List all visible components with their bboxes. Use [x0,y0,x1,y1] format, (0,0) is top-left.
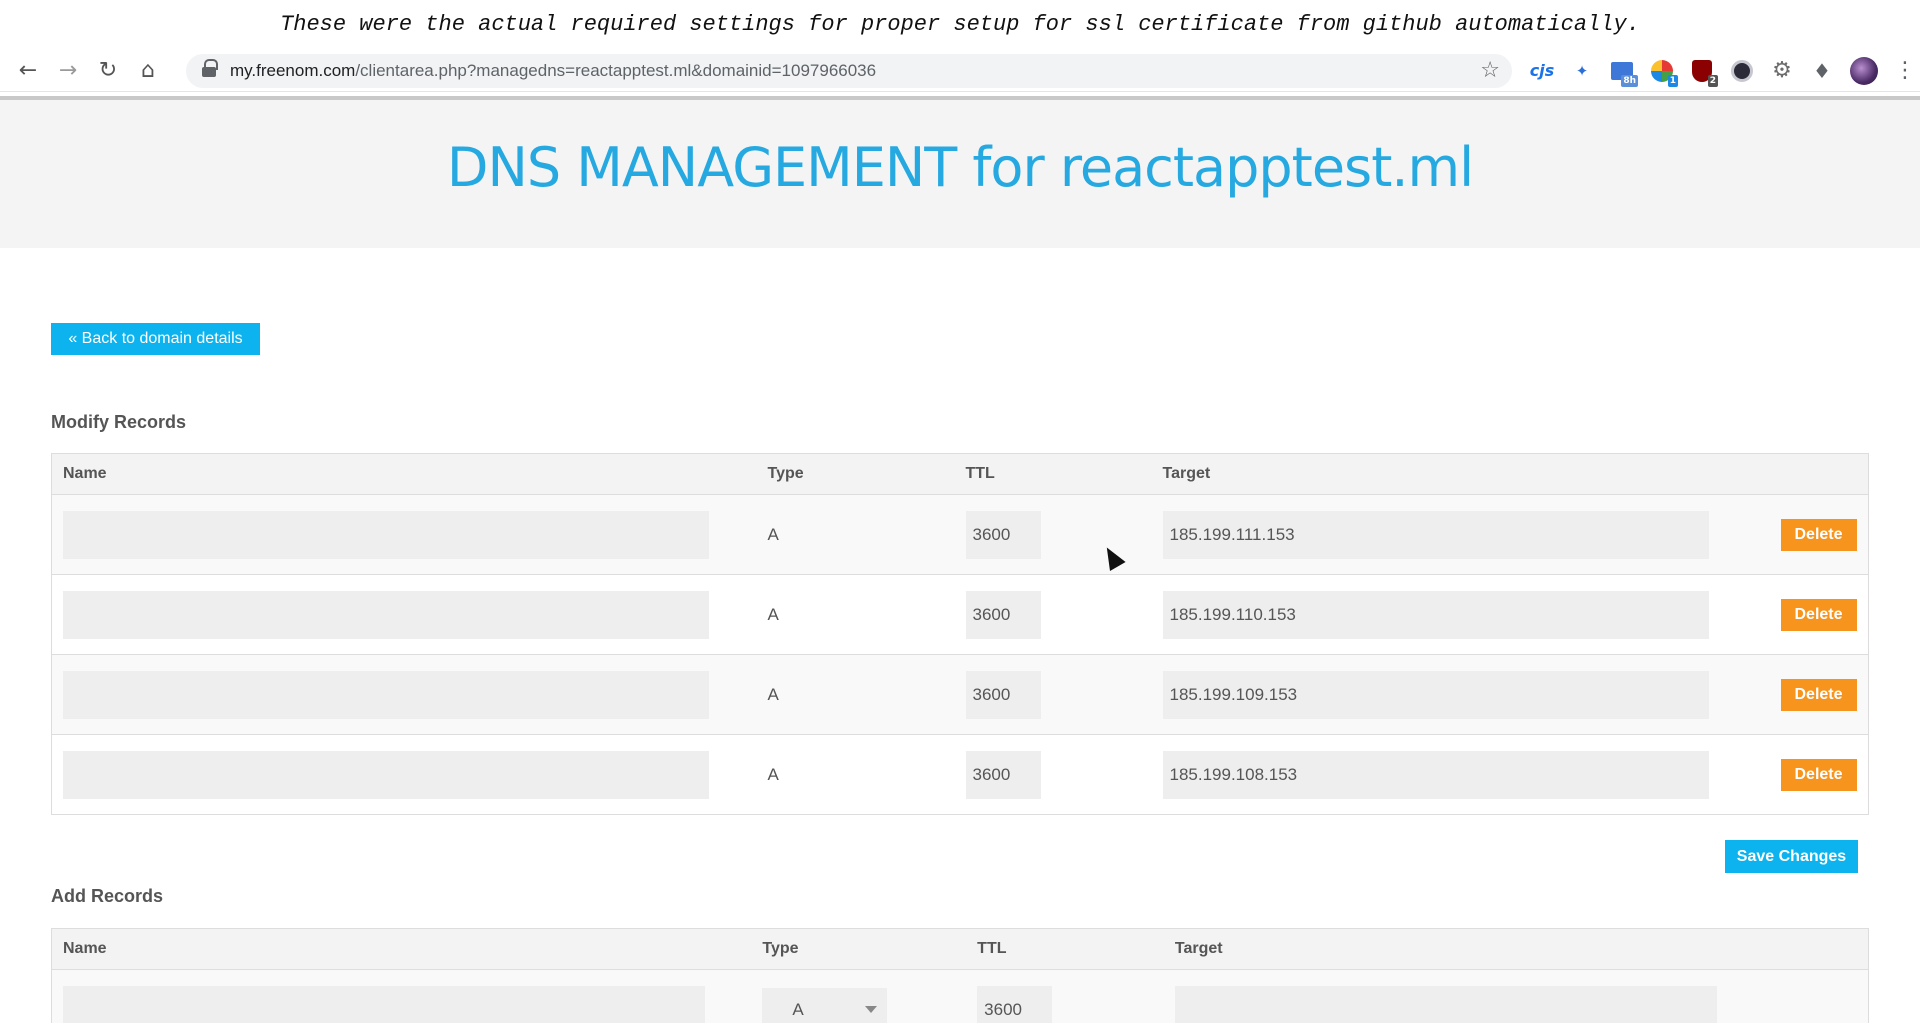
forward-arrow-icon[interactable]: → [48,51,88,91]
col-header-name: Name [51,928,752,970]
calendar-badge: 8h [1621,74,1638,87]
delete-record-button[interactable]: Delete [1780,518,1857,551]
col-header-target: Target [1151,453,1770,495]
back-to-domain-details-button[interactable]: « Back to domain details [51,323,260,355]
record-target-input[interactable] [1162,750,1709,799]
col-header-name: Name [51,453,757,495]
col-header-type: Type [756,453,955,495]
table-header-row: Name Type TTL Target [51,453,1869,495]
new-record-ttl-input[interactable] [977,985,1053,1023]
reload-icon[interactable]: ↻ [88,51,128,91]
ublock-extension-icon[interactable]: 2 [1684,53,1720,89]
record-ttl-input[interactable] [965,590,1041,639]
modify-records-title: Modify Records [51,412,187,432]
record-name-input[interactable] [63,670,709,719]
modify-records-table: Name Type TTL Target A Delete A Delete A [51,453,1869,815]
url-text[interactable]: my.freenom.com/clientarea.php?managedns=… [230,61,876,81]
record-ttl-input[interactable] [965,750,1041,799]
record-target-input[interactable] [1162,590,1709,639]
save-changes-button[interactable]: Save Changes [1725,840,1858,873]
table-row: A Delete [51,494,1869,575]
record-name-input[interactable] [63,510,709,559]
record-ttl-input[interactable] [965,510,1041,559]
new-record-name-input[interactable] [63,985,705,1023]
delete-record-button[interactable]: Delete [1780,758,1857,791]
delete-record-button[interactable]: Delete [1780,678,1857,711]
pin-extension-icon[interactable]: ✦ [1564,53,1600,89]
add-records-table: Name Type TTL Target A [51,928,1869,1023]
delete-record-button[interactable]: Delete [1780,598,1857,631]
profile-avatar[interactable] [1850,56,1878,85]
new-record-target-input[interactable] [1174,985,1717,1023]
lock-icon[interactable] [202,58,218,77]
cjs-extension-icon[interactable]: cjs [1524,53,1560,89]
table-header-row: Name Type TTL Target [51,928,1869,970]
col-header-ttl: TTL [966,928,1164,970]
ublock-badge: 2 [1707,74,1718,87]
browser-toolbar: ← → ↻ ⌂ my.freenom.com/clientarea.php?ma… [0,50,1920,92]
calendar-extension-icon[interactable]: 8h [1604,53,1640,89]
record-target-input[interactable] [1162,670,1709,719]
col-header-actions [1769,453,1869,495]
col-header-target: Target [1163,928,1869,970]
page-title: DNS MANAGEMENT for reactapptest.ml [446,136,1474,199]
add-records-title: Add Records [51,886,164,906]
table-row: A Delete [51,574,1869,655]
new-record-type-value: A [792,999,804,1019]
record-name-input[interactable] [63,590,709,639]
record-type: A [756,734,955,815]
extensions-puzzle-icon[interactable]: ♦ [1804,53,1840,89]
record-target-input[interactable] [1162,510,1709,559]
address-bar[interactable]: my.freenom.com/clientarea.php?managedns=… [186,53,1512,88]
bookmark-star-icon[interactable]: ☆ [1480,58,1500,83]
ghost-extension-icon[interactable] [1724,53,1760,89]
chevron-down-icon [865,1005,878,1013]
record-type: A [756,654,955,735]
gear-icon[interactable]: ⚙ [1764,53,1800,89]
s-extension-icon[interactable]: 1 [1644,53,1680,89]
col-header-ttl: TTL [954,453,1152,495]
record-ttl-input[interactable] [965,670,1041,719]
record-type: A [756,494,955,575]
table-row: A Delete [51,734,1869,815]
url-host: my.freenom.com [230,60,356,80]
new-record-type-select[interactable]: A [762,987,888,1023]
table-row: A [51,969,1869,1023]
url-path: /clientarea.php?managedns=reactapptest.m… [355,60,877,80]
col-header-type: Type [751,928,967,970]
cjs-label: cjs [1529,61,1555,80]
record-type: A [756,574,955,655]
s-extension-badge: 1 [1667,74,1678,87]
screenshot-caption: These were the actual required settings … [0,0,1920,50]
page-header: DNS MANAGEMENT for reactapptest.ml [0,100,1920,248]
back-arrow-icon[interactable]: ← [8,51,48,91]
table-row: A Delete [51,654,1869,735]
home-icon[interactable]: ⌂ [128,51,168,91]
extensions-area: cjs ✦ 8h 1 2 ⚙ ♦ ⋮ [1524,53,1920,89]
record-name-input[interactable] [63,750,709,799]
menu-dots-icon[interactable]: ⋮ [1890,58,1920,83]
